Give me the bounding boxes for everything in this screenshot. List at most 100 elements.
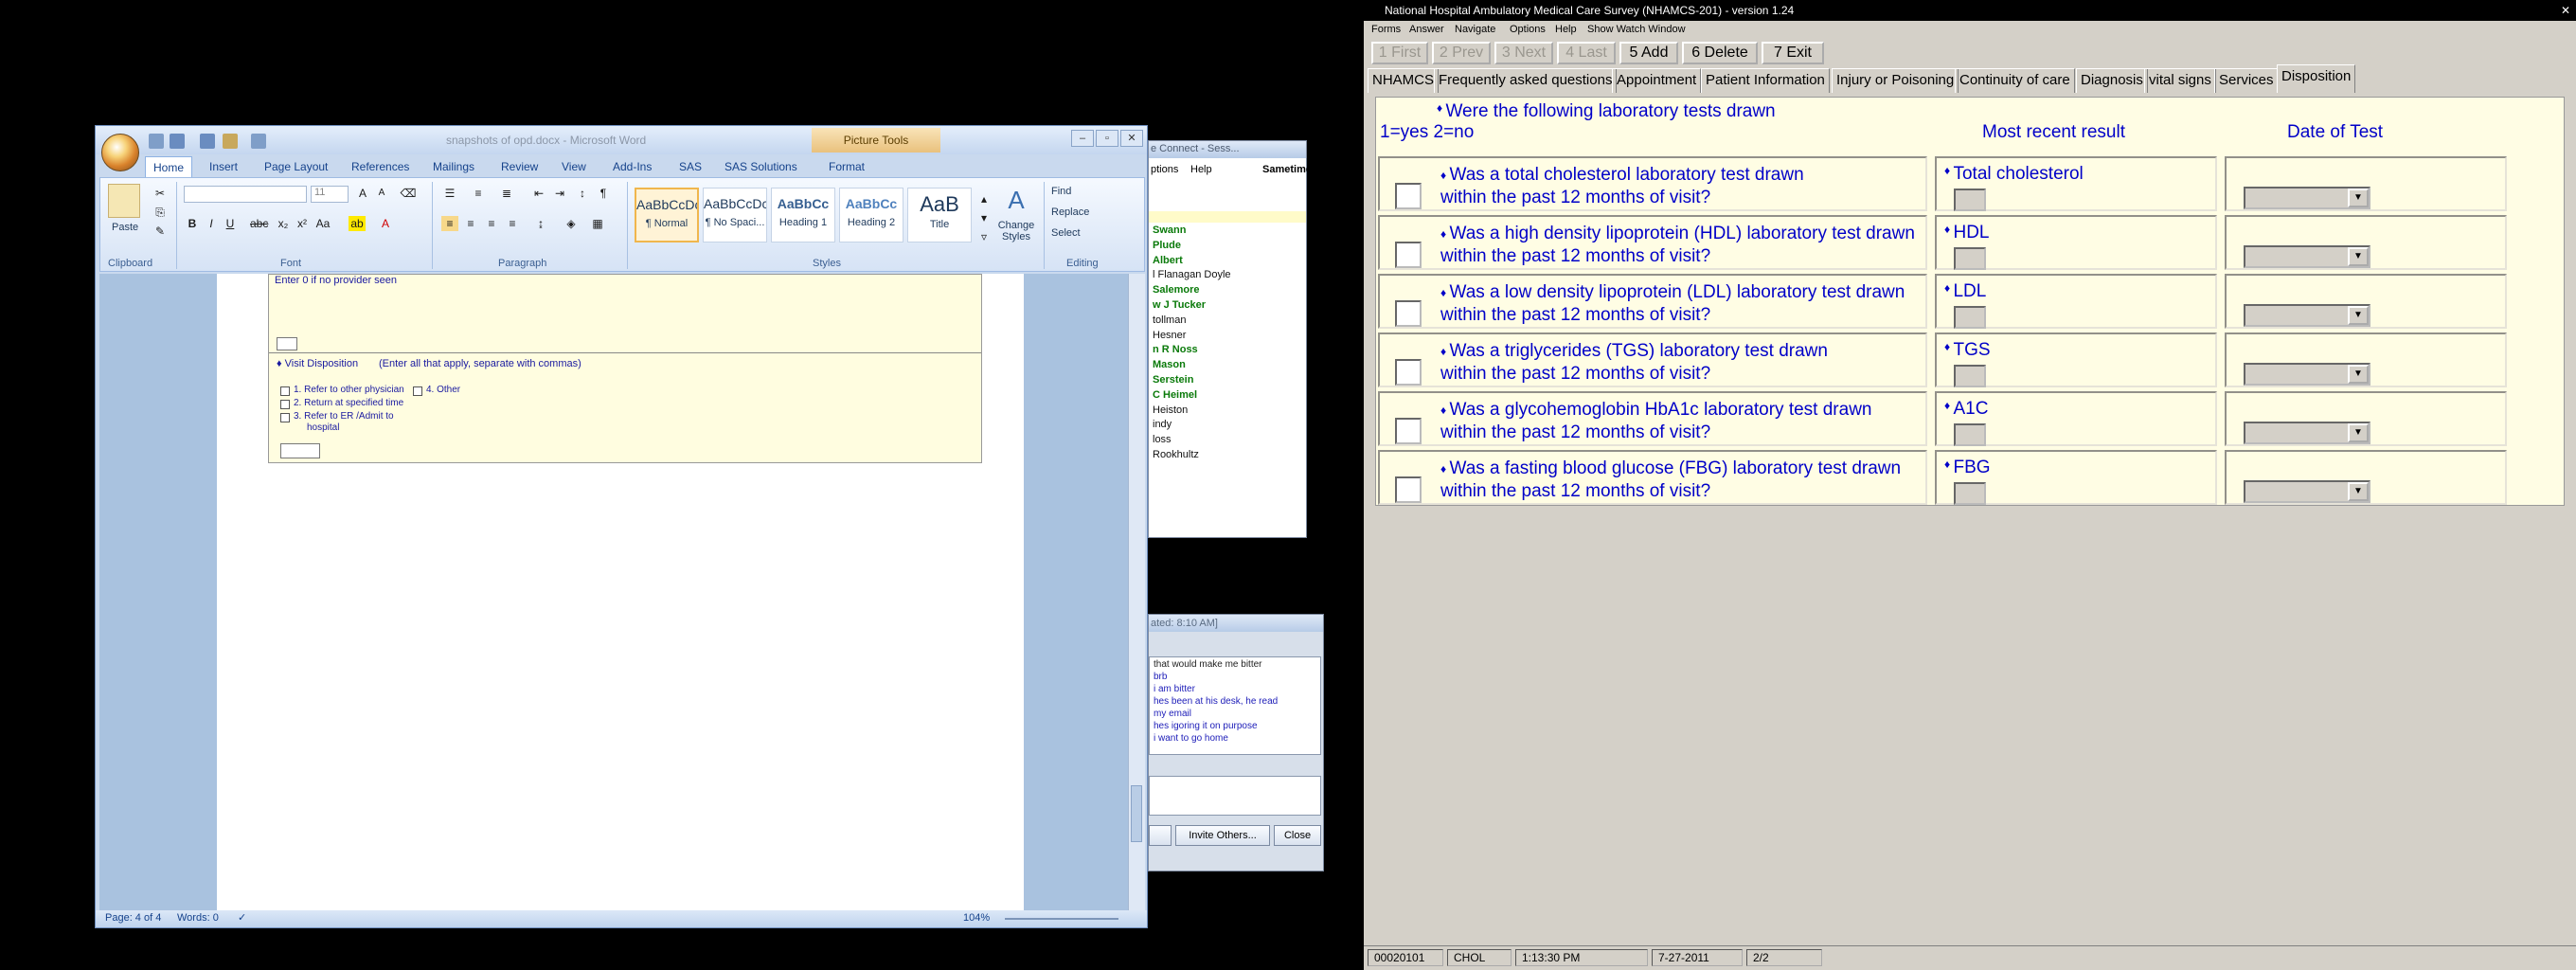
grow-font-icon[interactable]: A [354, 186, 371, 201]
font-size-box[interactable]: 11 [311, 186, 349, 203]
maximize-icon[interactable]: ▫ [1096, 130, 1118, 147]
underline-icon[interactable]: U [222, 216, 239, 231]
answer-input[interactable] [1395, 300, 1422, 327]
tab-mailings[interactable]: Mailings [425, 156, 482, 177]
contact-item[interactable]: n R Noss [1153, 344, 1198, 355]
copy-icon[interactable]: ⎘ [152, 205, 169, 220]
contact-item[interactable]: Heiston [1153, 404, 1188, 416]
tab-review[interactable]: Review [493, 156, 546, 177]
contact-item[interactable]: Mason [1153, 359, 1186, 370]
borders-icon[interactable]: ▦ [589, 216, 606, 231]
contact-item[interactable]: Salemore [1153, 284, 1200, 296]
replace-button[interactable]: Replace [1051, 207, 1089, 218]
zoom-slider[interactable] [1005, 918, 1118, 920]
tab-add-ins[interactable]: Add-Ins [605, 156, 659, 177]
tab-references[interactable]: References [344, 156, 417, 177]
menu-answer[interactable]: Answer [1409, 24, 1444, 35]
line-spacing-icon[interactable]: ↨ [532, 216, 549, 231]
redo-icon[interactable] [200, 134, 215, 149]
change-case-icon[interactable]: Aa [314, 216, 331, 231]
tab-home[interactable]: Home [145, 156, 193, 177]
sametime-menu-help[interactable]: Help [1190, 164, 1212, 175]
select-button[interactable]: Select [1051, 227, 1081, 239]
word-count[interactable]: Words: 0 [177, 912, 219, 924]
date-of-test-dropdown[interactable]: ▼ [2244, 363, 2370, 386]
change-styles-icon[interactable]: A [1000, 186, 1032, 218]
sort-icon[interactable]: ↕ [574, 186, 591, 201]
style-no-spacing[interactable]: AaBbCcDc ¶ No Spaci... [703, 188, 767, 242]
chevron-down-icon[interactable]: ▼ [2348, 306, 2369, 325]
page-indicator[interactable]: Page: 4 of 4 [105, 912, 161, 924]
styles-more-icon[interactable]: ▿ [975, 229, 993, 244]
styles-scroll-up-icon[interactable]: ▴ [975, 191, 993, 207]
clear-format-icon[interactable]: ⌫ [400, 186, 417, 201]
zoom-level[interactable]: 104% [963, 912, 990, 924]
print-icon[interactable] [251, 134, 266, 149]
contact-item[interactable]: Serstein [1153, 374, 1193, 386]
result-input[interactable] [1954, 247, 1986, 270]
contact-item[interactable]: w J Tucker [1153, 299, 1206, 311]
chat-title-bar[interactable]: ated: 8:10 AM] [1149, 615, 1323, 632]
chat-transcript[interactable]: that would make me bitter brb i am bitte… [1149, 656, 1321, 755]
proofing-icon[interactable]: ✓ [238, 911, 246, 924]
change-styles-label[interactable]: Change Styles [994, 220, 1038, 242]
highlight-icon[interactable]: ab [349, 216, 366, 231]
tab-injury-or-poisoning[interactable]: Injury or Poisoning [1832, 68, 1959, 93]
result-input[interactable] [1954, 365, 1986, 387]
strikethrough-icon[interactable]: abc [250, 216, 268, 231]
tab-insert[interactable]: Insert [202, 156, 245, 177]
answer-input[interactable] [1395, 418, 1422, 444]
vertical-scrollbar[interactable] [1128, 274, 1145, 910]
bold-icon[interactable]: B [184, 216, 201, 231]
shading-icon[interactable]: ◈ [563, 216, 580, 231]
decrease-indent-icon[interactable]: ⇤ [530, 186, 547, 201]
chevron-down-icon[interactable]: ▼ [2348, 247, 2369, 266]
sametime-title-bar[interactable]: e Connect - Sess... [1149, 141, 1306, 158]
undo-icon[interactable] [170, 134, 185, 149]
numbering-icon[interactable]: ≡ [470, 186, 487, 201]
office-button[interactable] [101, 134, 139, 171]
date-of-test-dropdown[interactable]: ▼ [2244, 304, 2370, 327]
font-color-icon[interactable]: A [377, 216, 394, 231]
minimize-icon[interactable]: – [1071, 130, 1094, 147]
delete-button[interactable]: 6 Delete [1682, 42, 1758, 64]
superscript-icon[interactable]: x² [294, 216, 311, 231]
tab-format[interactable]: Format [821, 156, 872, 177]
send-button[interactable] [1149, 825, 1172, 846]
style-normal[interactable]: AaBbCcDc ¶ Normal [635, 188, 699, 242]
date-of-test-dropdown[interactable]: ▼ [2244, 245, 2370, 268]
date-of-test-dropdown[interactable]: ▼ [2244, 187, 2370, 209]
tab-nhamcs[interactable]: NHAMCS [1368, 68, 1440, 93]
chat-input[interactable] [1149, 776, 1321, 816]
invite-others-button[interactable]: Invite Others... [1175, 825, 1270, 846]
tab-sas[interactable]: SAS [671, 156, 709, 177]
tab-patient-information[interactable]: Patient Information [1701, 68, 1830, 93]
result-input[interactable] [1954, 189, 1986, 211]
result-input[interactable] [1954, 423, 1986, 446]
menu-forms[interactable]: Forms [1371, 24, 1401, 35]
tab-faq[interactable]: Frequently asked questions [1434, 68, 1618, 93]
tab-services[interactable]: Services [2214, 68, 2279, 93]
save-icon[interactable] [149, 134, 164, 149]
tab-view[interactable]: View [554, 156, 594, 177]
align-center-icon[interactable]: ≡ [462, 216, 479, 231]
menu-options[interactable]: Options [1510, 24, 1546, 35]
scroll-thumb[interactable] [1131, 785, 1142, 842]
align-left-icon[interactable]: ≡ [441, 216, 458, 231]
first-button[interactable]: 1 First [1371, 42, 1428, 64]
contact-item[interactable]: C Heimel [1153, 389, 1197, 401]
contact-item[interactable]: Hesner [1153, 330, 1186, 341]
italic-icon[interactable]: I [203, 216, 220, 231]
menu-help[interactable]: Help [1555, 24, 1577, 35]
styles-scroll-down-icon[interactable]: ▾ [975, 210, 993, 225]
contact-item[interactable]: indy [1153, 419, 1172, 430]
answer-input[interactable] [1395, 183, 1422, 209]
contact-item[interactable]: Albert [1153, 255, 1183, 266]
result-input[interactable] [1954, 306, 1986, 329]
nhamcs-title-bar[interactable]: National Hospital Ambulatory Medical Car… [1364, 0, 2576, 21]
last-button[interactable]: 4 Last [1557, 42, 1616, 64]
document-page[interactable]: Enter 0 if no provider seen ♦ Visit Disp… [217, 274, 1024, 910]
menu-show-watch-window[interactable]: Show Watch Window [1587, 24, 1686, 35]
multilevel-list-icon[interactable]: ≣ [498, 186, 515, 201]
chat-close-button[interactable]: Close [1274, 825, 1321, 846]
